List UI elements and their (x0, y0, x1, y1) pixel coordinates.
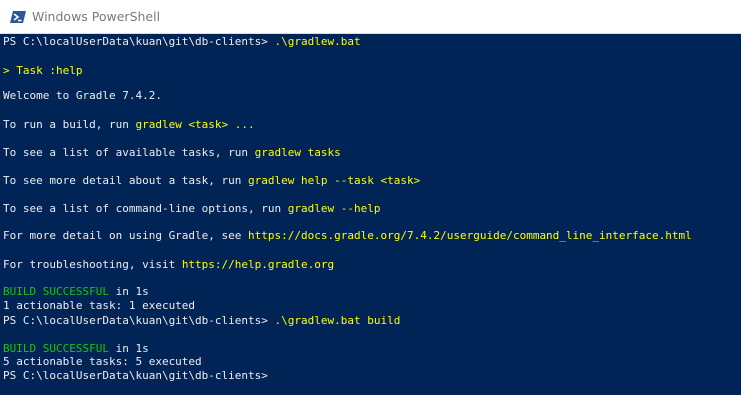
window-title: Windows PowerShell (32, 9, 161, 24)
console-text: To see more detail about a task, run (3, 174, 249, 187)
console-line: PS C:\localUserData\kuan\git\db-clients> (3, 369, 268, 383)
console-prompt: PS C:\localUserData\kuan\git\db-clients> (3, 369, 268, 382)
console-prompt: PS C:\localUserData\kuan\git\db-clients> (3, 314, 275, 327)
console-text: To see a list of command-line options, r… (3, 202, 288, 215)
console-text: in 1s (108, 285, 149, 298)
console-line: To see a list of available tasks, run gr… (3, 146, 341, 160)
console-line: For more detail on using Gradle, see htt… (3, 229, 692, 243)
build-status: BUILD SUCCESSFUL (3, 342, 109, 355)
console-line: PS C:\localUserData\kuan\git\db-clients>… (3, 314, 400, 328)
console-text: For troubleshooting, visit (3, 258, 182, 271)
console-command: .\gradlew.bat (274, 35, 361, 48)
console-highlight: gradlew help --task <task> (248, 174, 421, 187)
console-line: For troubleshooting, visit https://help.… (3, 258, 334, 272)
console-output[interactable]: PS C:\localUserData\kuan\git\db-clients>… (0, 34, 741, 395)
console-highlight: gradlew <task> ... (135, 118, 255, 131)
console-highlight: gradlew tasks (254, 146, 341, 159)
console-line: BUILD SUCCESSFUL in 1s (3, 342, 149, 356)
console-line: To see more detail about a task, run gra… (3, 174, 420, 188)
console-line: PS C:\localUserData\kuan\git\db-clients>… (3, 35, 361, 49)
console-text: For more detail on using Gradle, see (3, 229, 249, 242)
console-text: in 1s (108, 342, 149, 355)
window-title-bar[interactable]: Windows PowerShell (0, 0, 741, 34)
console-prompt: PS C:\localUserData\kuan\git\db-clients> (3, 35, 275, 48)
console-text: 5 actionable tasks: 5 executed (3, 355, 202, 368)
console-text: > Task :help (3, 64, 83, 77)
console-line: 5 actionable tasks: 5 executed (3, 355, 202, 369)
powershell-icon (10, 11, 26, 23)
console-link: https://help.gradle.org (181, 258, 335, 271)
console-link: https://docs.gradle.org/7.4.2/userguide/… (248, 229, 692, 242)
console-text: 1 actionable task: 1 executed (3, 299, 196, 312)
console-line: BUILD SUCCESSFUL in 1s (3, 285, 149, 299)
console-line: To see a list of command-line options, r… (3, 202, 381, 216)
build-status: BUILD SUCCESSFUL (3, 285, 109, 298)
console-command: .\gradlew.bat build (274, 314, 401, 327)
console-highlight: gradlew --help (287, 202, 381, 215)
console-text: Welcome to Gradle 7.4.2. (3, 89, 162, 102)
console-text: To see a list of available tasks, run (3, 146, 255, 159)
console-line: To run a build, run gradlew <task> ... (3, 118, 255, 132)
console-text: To run a build, run (3, 118, 136, 131)
console-line: 1 actionable task: 1 executed (3, 299, 195, 313)
console-line: > Task :help (3, 64, 82, 78)
console-line: Welcome to Gradle 7.4.2. (3, 89, 162, 103)
